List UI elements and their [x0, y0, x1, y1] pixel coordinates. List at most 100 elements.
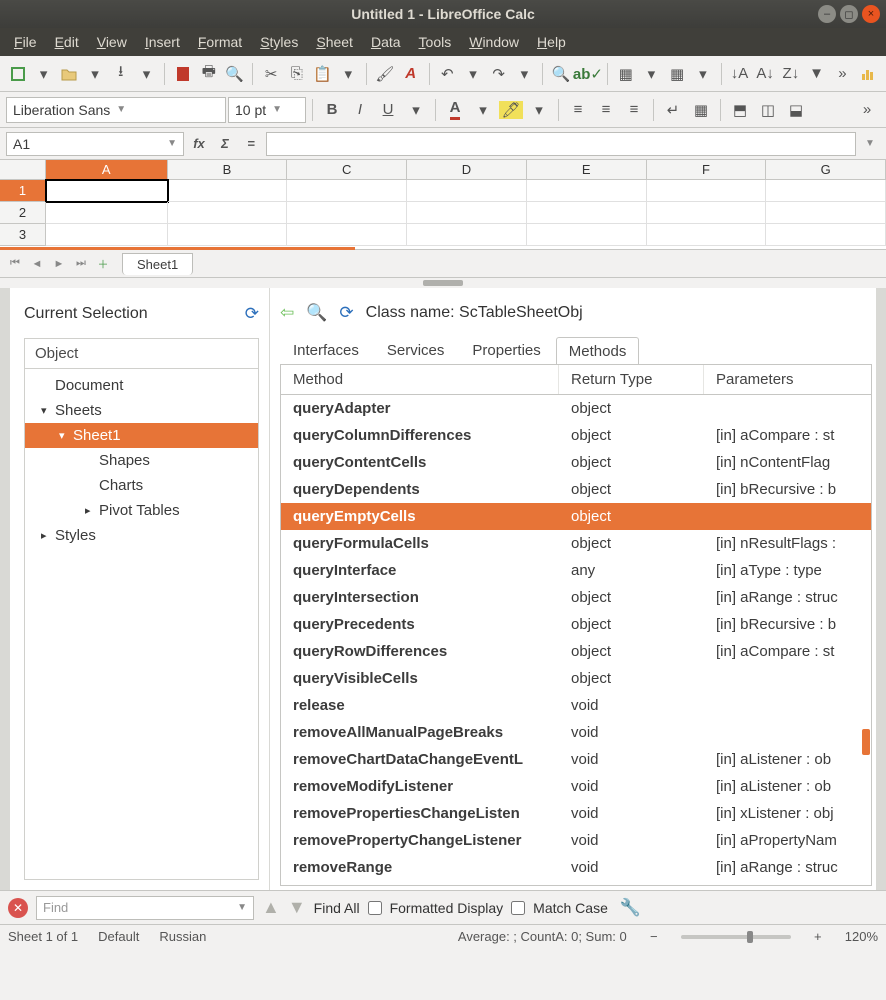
cell-C1[interactable] [287, 180, 407, 202]
row-dropdown-icon[interactable]: ▾ [640, 61, 664, 87]
expand-formula-icon[interactable]: ▼ [860, 134, 880, 154]
menu-help[interactable]: Help [529, 30, 574, 54]
menu-edit[interactable]: Edit [47, 30, 87, 54]
sort-za-icon[interactable]: Z↓ [779, 61, 803, 87]
font-color-dropdown-icon[interactable]: ▾ [470, 97, 496, 123]
zoom-in-icon[interactable]: + [811, 929, 825, 944]
paste-dropdown-icon[interactable]: ▾ [336, 61, 360, 87]
toolbar-overflow-icon[interactable]: » [831, 61, 855, 87]
cell-A1[interactable] [46, 180, 168, 202]
bold-icon[interactable]: B [319, 97, 345, 123]
row-icon[interactable]: ▦ [614, 61, 638, 87]
col-header-return[interactable]: Return Type [559, 365, 704, 394]
cell-reference-input[interactable]: A1▼ [6, 132, 184, 156]
spellcheck-icon[interactable]: ab✓ [575, 61, 601, 87]
undo-icon[interactable]: ↶ [435, 61, 459, 87]
align-top-icon[interactable]: ⬒ [727, 97, 753, 123]
inspector-tab-properties[interactable]: Properties [459, 336, 553, 364]
status-language[interactable]: Russian [159, 929, 206, 944]
col-header-G[interactable]: G [766, 160, 886, 180]
menu-file[interactable]: File [6, 30, 45, 54]
method-row[interactable]: removeModifyListenervoid[in] aListener :… [281, 773, 871, 800]
cell-B2[interactable] [168, 202, 288, 224]
cell-B1[interactable] [168, 180, 288, 202]
method-row[interactable]: queryPrecedentsobject[in] bRecursive : b [281, 611, 871, 638]
method-row[interactable]: removeRangevoid[in] aRange : struc [281, 854, 871, 881]
redo-dropdown-icon[interactable]: ▾ [513, 61, 537, 87]
wrap-text-icon[interactable]: ↵ [660, 97, 686, 123]
cell-B3[interactable] [168, 224, 288, 246]
merge-cells-icon[interactable]: ▦ [688, 97, 714, 123]
find-all-button[interactable]: Find All [314, 900, 360, 916]
inspector-tab-services[interactable]: Services [374, 336, 458, 364]
method-row[interactable]: removeChartDataChangeEventLvoid[in] aLis… [281, 746, 871, 773]
refresh-selection-icon[interactable]: ⟳ [245, 304, 259, 324]
col-header-E[interactable]: E [527, 160, 647, 180]
inspector-tab-interfaces[interactable]: Interfaces [280, 336, 372, 364]
menu-styles[interactable]: Styles [252, 30, 306, 54]
align-left-icon[interactable]: ≡ [565, 97, 591, 123]
cut-icon[interactable]: ✂ [259, 61, 283, 87]
align-bottom-icon[interactable]: ⬓ [783, 97, 809, 123]
copy-icon[interactable]: ⎘ [285, 61, 309, 87]
print-preview-icon[interactable]: 🔍 [223, 61, 247, 87]
col-header-C[interactable]: C [287, 160, 407, 180]
tree-node-document[interactable]: Document [25, 373, 258, 398]
column-icon[interactable]: ▦ [665, 61, 689, 87]
autofilter-icon[interactable]: ▼ [805, 61, 829, 87]
spreadsheet-grid[interactable]: ABCDEFG 123 [0, 160, 886, 250]
col-header-F[interactable]: F [647, 160, 767, 180]
underline-icon[interactable]: U [375, 97, 401, 123]
next-sheet-icon[interactable]: ► [50, 255, 68, 273]
font-color-icon[interactable]: A [442, 97, 468, 123]
method-row[interactable]: queryContentCellsobject[in] nContentFlag [281, 449, 871, 476]
underline-dropdown-icon[interactable]: ▾ [403, 97, 429, 123]
cell-D2[interactable] [407, 202, 527, 224]
save-dropdown-icon[interactable]: ▾ [135, 61, 159, 87]
method-row[interactable]: queryFormulaCellsobject[in] nResultFlags… [281, 530, 871, 557]
zoom-value[interactable]: 120% [845, 929, 878, 944]
inspector-tab-methods[interactable]: Methods [556, 337, 640, 365]
menu-tools[interactable]: Tools [411, 30, 460, 54]
find-prev-icon[interactable]: ▲ [262, 897, 280, 918]
method-row[interactable]: removePropertyChangeListenervoid[in] aPr… [281, 827, 871, 854]
sum-icon[interactable]: Σ [214, 133, 236, 155]
method-row[interactable]: queryColumnDifferencesobject[in] aCompar… [281, 422, 871, 449]
match-case-checkbox[interactable] [511, 901, 525, 915]
sort-desc-icon[interactable]: A↓ [753, 61, 777, 87]
zoom-out-icon[interactable]: − [647, 929, 661, 944]
new-dropdown-icon[interactable]: ▾ [32, 61, 56, 87]
col-header-params[interactable]: Parameters [704, 365, 871, 394]
col-header-D[interactable]: D [407, 160, 527, 180]
font-name-combo[interactable]: Liberation Sans▼ [6, 97, 226, 123]
maximize-button[interactable]: ◻ [840, 5, 858, 23]
menu-format[interactable]: Format [190, 30, 250, 54]
scrollbar-thumb[interactable] [862, 729, 870, 755]
method-row[interactable]: removeAllManualPageBreaksvoid [281, 719, 871, 746]
cell-G3[interactable] [766, 224, 886, 246]
align-right-icon[interactable]: ≡ [621, 97, 647, 123]
highlight-icon[interactable]: 🖊 [498, 97, 524, 123]
zoom-slider[interactable] [681, 935, 791, 939]
open-icon[interactable] [57, 61, 81, 87]
status-style[interactable]: Default [98, 929, 139, 944]
tree-node-sheet1[interactable]: ▾ Sheet1 [25, 423, 258, 448]
close-find-icon[interactable]: ✕ [8, 898, 28, 918]
method-row[interactable]: removePropertiesChangeListenvoid[in] xLi… [281, 800, 871, 827]
find-options-icon[interactable]: 🔧 [620, 898, 641, 918]
save-icon[interactable]: ⭳ [109, 61, 133, 87]
print-icon[interactable]: 🖶 [197, 61, 221, 87]
first-sheet-icon[interactable]: ⏮ [6, 255, 24, 273]
menu-view[interactable]: View [89, 30, 135, 54]
row-header-1[interactable]: 1 [0, 180, 46, 202]
cell-F2[interactable] [647, 202, 767, 224]
refresh-icon[interactable]: ⟳ [339, 303, 353, 323]
highlight-dropdown-icon[interactable]: ▾ [526, 97, 552, 123]
minimize-button[interactable]: – [818, 5, 836, 23]
cell-E2[interactable] [527, 202, 647, 224]
method-row[interactable]: queryDependentsobject[in] bRecursive : b [281, 476, 871, 503]
methods-table[interactable]: Method Return Type Parameters queryAdapt… [280, 364, 872, 886]
method-row[interactable]: queryVisibleCellsobject [281, 665, 871, 692]
find-next-icon[interactable]: ▼ [288, 897, 306, 918]
find-replace-icon[interactable]: 🔍 [549, 61, 573, 87]
